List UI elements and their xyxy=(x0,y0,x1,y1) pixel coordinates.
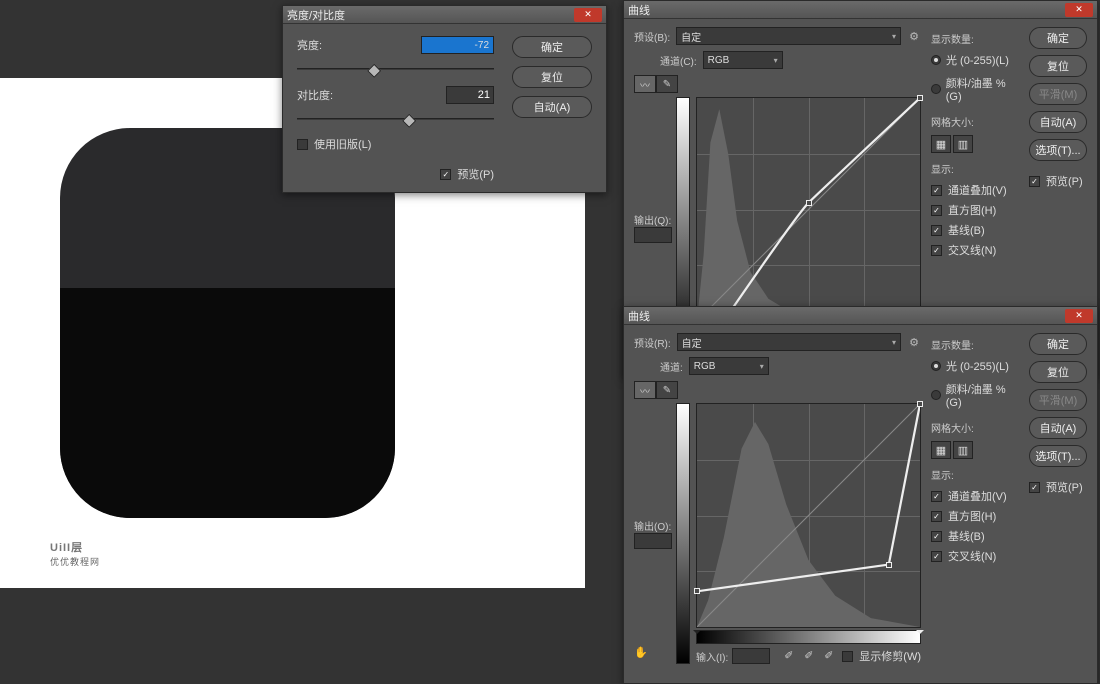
preset-label: 预设(R): xyxy=(634,335,671,350)
auto-button[interactable]: 自动(A) xyxy=(1029,111,1087,133)
ok-button[interactable]: 确定 xyxy=(512,36,592,58)
channel-select[interactable]: RGB▾ xyxy=(703,51,783,69)
grid-size-label: 网格大小: xyxy=(931,420,1019,435)
input-label: 输入(I): xyxy=(696,649,728,664)
display-amount-label: 显示数量: xyxy=(931,31,1019,46)
histogram-checkbox[interactable]: ✓直方图(H) xyxy=(931,508,1019,524)
options-button[interactable]: 选项(T)... xyxy=(1029,445,1087,467)
reset-button[interactable]: 复位 xyxy=(1029,361,1087,383)
brightness-slider[interactable] xyxy=(297,60,494,78)
curve-graph[interactable] xyxy=(696,403,921,628)
eyedropper-black-icon[interactable]: ✐ xyxy=(784,649,798,663)
close-button[interactable]: ✕ xyxy=(574,8,602,22)
grid-small-icon[interactable]: ▦ xyxy=(931,441,951,459)
watermark-uill: UiII层 优优教程网 xyxy=(50,539,100,568)
channel-overlay-checkbox[interactable]: ✓通道叠加(V) xyxy=(931,488,1019,504)
baseline-checkbox[interactable]: ✓基线(B) xyxy=(931,222,1019,238)
pigment-radio[interactable]: 颜料/油墨 %(G) xyxy=(931,381,1019,409)
contrast-label: 对比度: xyxy=(297,87,357,103)
icon-texture xyxy=(60,288,395,518)
preset-select[interactable]: 自定▾ xyxy=(676,27,901,45)
options-button[interactable]: 选项(T)... xyxy=(1029,139,1087,161)
intersection-checkbox[interactable]: ✓交叉线(N) xyxy=(931,548,1019,564)
curve-mode-icon[interactable]: 〰 xyxy=(634,381,656,399)
ok-button[interactable]: 确定 xyxy=(1029,27,1087,49)
dialog-title: 曲线 xyxy=(628,308,650,324)
close-button[interactable]: ✕ xyxy=(1065,309,1093,323)
gear-icon[interactable]: ⚙ xyxy=(907,335,921,349)
channel-select[interactable]: RGB▾ xyxy=(689,357,769,375)
gear-icon[interactable]: ⚙ xyxy=(907,29,921,43)
preview-checkbox[interactable]: ✓预览(P) xyxy=(1029,173,1087,189)
output-input[interactable] xyxy=(634,227,672,243)
auto-button[interactable]: 自动(A) xyxy=(512,96,592,118)
curve-line xyxy=(697,404,920,627)
intersection-checkbox[interactable]: ✓交叉线(N) xyxy=(931,242,1019,258)
output-label: 输出(Q): xyxy=(634,212,672,227)
eyedropper-gray-icon[interactable]: ✐ xyxy=(804,649,818,663)
grid-large-icon[interactable]: ▥ xyxy=(953,135,973,153)
titlebar[interactable]: 曲线 ✕ xyxy=(624,307,1097,325)
smooth-button[interactable]: 平滑(M) xyxy=(1029,389,1087,411)
brightness-label: 亮度: xyxy=(297,37,357,53)
grid-small-icon[interactable]: ▦ xyxy=(931,135,951,153)
preset-label: 预设(B): xyxy=(634,29,670,44)
contrast-slider[interactable] xyxy=(297,110,494,128)
display-amount-label: 显示数量: xyxy=(931,337,1019,352)
curve-graph[interactable] xyxy=(696,97,921,322)
output-label: 输出(O): xyxy=(634,518,672,533)
grid-size-label: 网格大小: xyxy=(931,114,1019,129)
input-input[interactable] xyxy=(732,648,770,664)
show-label: 显示: xyxy=(931,161,1019,176)
hand-icon[interactable]: ✋ xyxy=(634,647,648,659)
preview-checkbox[interactable]: ✓ 预览(P) xyxy=(297,166,494,182)
pencil-mode-icon[interactable]: ✎ xyxy=(656,381,678,399)
ok-button[interactable]: 确定 xyxy=(1029,333,1087,355)
x-gradient[interactable] xyxy=(696,630,921,644)
output-input[interactable] xyxy=(634,533,672,549)
titlebar[interactable]: 曲线 ✕ xyxy=(624,1,1097,19)
close-button[interactable]: ✕ xyxy=(1065,3,1093,17)
auto-button[interactable]: 自动(A) xyxy=(1029,417,1087,439)
light-radio[interactable]: 光 (0-255)(L) xyxy=(931,358,1019,374)
reset-button[interactable]: 复位 xyxy=(512,66,592,88)
smooth-button[interactable]: 平滑(M) xyxy=(1029,83,1087,105)
channel-label: 通道(C): xyxy=(660,53,697,68)
preview-checkbox[interactable]: ✓预览(P) xyxy=(1029,479,1087,495)
y-gradient xyxy=(676,403,690,664)
channel-label: 通道: xyxy=(660,359,683,374)
light-radio[interactable]: 光 (0-255)(L) xyxy=(931,52,1019,68)
pigment-radio[interactable]: 颜料/油墨 %(G) xyxy=(931,75,1019,103)
eyedropper-white-icon[interactable]: ✐ xyxy=(824,649,838,663)
histogram-checkbox[interactable]: ✓直方图(H) xyxy=(931,202,1019,218)
show-label: 显示: xyxy=(931,467,1019,482)
curves-dialog-bottom: 曲线 ✕ 预设(R): 自定▾ ⚙ 通道: RGB▾ 〰 ✎ 输出(O): xyxy=(623,306,1098,684)
show-clipping-checkbox[interactable]: 显示修剪(W) xyxy=(842,648,921,664)
curve-line xyxy=(697,98,920,321)
dialog-title: 曲线 xyxy=(628,2,650,18)
brightness-input[interactable] xyxy=(421,36,495,54)
curve-mode-icon[interactable]: 〰 xyxy=(634,75,656,93)
contrast-input[interactable] xyxy=(446,86,494,104)
use-legacy-checkbox[interactable]: 使用旧版(L) xyxy=(297,136,494,152)
grid-large-icon[interactable]: ▥ xyxy=(953,441,973,459)
pencil-mode-icon[interactable]: ✎ xyxy=(656,75,678,93)
preset-select[interactable]: 自定▾ xyxy=(677,333,901,351)
channel-overlay-checkbox[interactable]: ✓通道叠加(V) xyxy=(931,182,1019,198)
titlebar[interactable]: 亮度/对比度 ✕ xyxy=(283,6,606,24)
reset-button[interactable]: 复位 xyxy=(1029,55,1087,77)
baseline-checkbox[interactable]: ✓基线(B) xyxy=(931,528,1019,544)
brightness-contrast-dialog: 亮度/对比度 ✕ 亮度: 对比度: xyxy=(282,5,607,193)
dialog-title: 亮度/对比度 xyxy=(287,7,345,23)
